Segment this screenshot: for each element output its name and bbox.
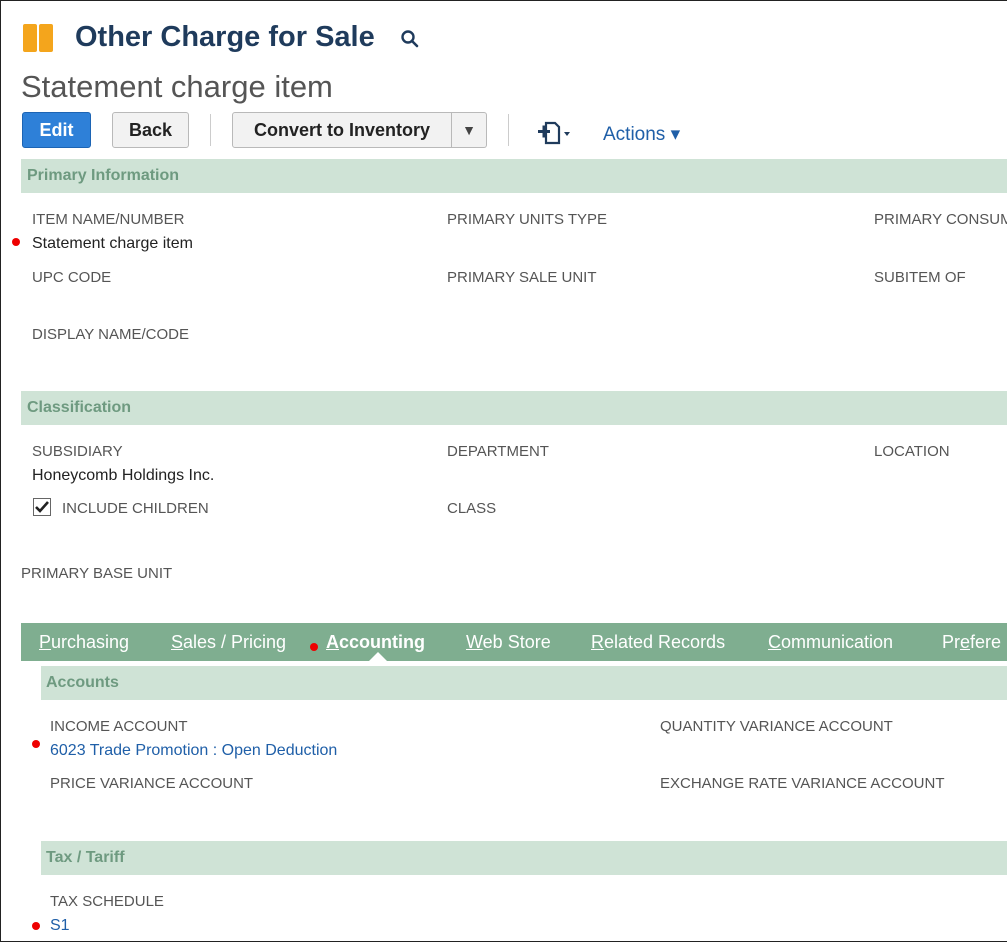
back-button[interactable]: Back	[112, 112, 189, 148]
tab-sales-pricing[interactable]: Sales / Pricing	[171, 623, 286, 661]
include-children-label: INCLUDE CHILDREN	[62, 500, 209, 517]
required-indicator	[32, 922, 40, 930]
record-type-title: Other Charge for Sale	[75, 21, 375, 53]
section-classification[interactable]: Classification	[21, 391, 1007, 425]
edit-button[interactable]: Edit	[22, 112, 91, 148]
gift-box-icon	[23, 24, 55, 52]
tax-schedule-link[interactable]: S1	[50, 917, 70, 935]
record-title: Statement charge item	[21, 69, 333, 104]
tab-preferences[interactable]: Prefere	[942, 623, 1001, 661]
price-variance-account-label: PRICE VARIANCE ACCOUNT	[50, 775, 254, 792]
primary-base-unit-label: PRIMARY BASE UNIT	[21, 565, 173, 582]
include-children-checkbox[interactable]	[33, 498, 51, 516]
quantity-variance-account-label: QUANTITY VARIANCE ACCOUNT	[660, 718, 893, 735]
exchange-rate-variance-account-label: EXCHANGE RATE VARIANCE ACCOUNT	[660, 775, 945, 792]
actions-menu[interactable]: Actions ▾	[603, 123, 680, 146]
primary-units-type-label: PRIMARY UNITS TYPE	[447, 211, 608, 228]
class-label: CLASS	[447, 500, 497, 517]
search-icon[interactable]	[400, 29, 420, 49]
tab-purchasing[interactable]: Purchasing	[39, 623, 129, 661]
income-account-link[interactable]: 6023 Trade Promotion : Open Deduction	[50, 742, 337, 760]
convert-dropdown-button[interactable]: ▼	[452, 112, 487, 148]
convert-to-inventory-button[interactable]: Convert to Inventory	[232, 112, 452, 148]
subsidiary-label: SUBSIDIARY	[32, 443, 123, 460]
location-label: LOCATION	[874, 443, 950, 460]
subitem-of-label: SUBITEM OF	[874, 269, 966, 286]
item-name-value: Statement charge item	[32, 235, 193, 252]
required-indicator	[32, 740, 40, 748]
toolbar-divider	[210, 114, 211, 146]
toolbar-divider	[508, 114, 509, 146]
primary-sale-unit-label: PRIMARY SALE UNIT	[447, 269, 597, 286]
section-accounts[interactable]: Accounts	[41, 666, 1007, 700]
active-tab-pointer	[369, 652, 387, 661]
required-indicator	[12, 238, 20, 246]
income-account-label: INCOME ACCOUNT	[50, 718, 188, 735]
upc-code-label: UPC CODE	[32, 269, 112, 286]
section-tax-tariff[interactable]: Tax / Tariff	[41, 841, 1007, 875]
tab-communication[interactable]: Communication	[768, 623, 893, 661]
item-name-label: ITEM NAME/NUMBER	[32, 211, 185, 228]
new-document-menu-icon[interactable]	[537, 121, 573, 147]
primary-consumption-unit-label: PRIMARY CONSUM	[874, 211, 1007, 228]
tab-related-records[interactable]: Related Records	[591, 623, 725, 661]
checkmark-icon	[35, 501, 49, 513]
tax-schedule-label: TAX SCHEDULE	[50, 893, 164, 910]
department-label: DEPARTMENT	[447, 443, 549, 460]
subsidiary-value: Honeycomb Holdings Inc.	[32, 467, 215, 484]
required-indicator	[310, 643, 318, 651]
tab-web-store[interactable]: Web Store	[466, 623, 551, 661]
display-name-label: DISPLAY NAME/CODE	[32, 326, 189, 343]
record-page: Other Charge for Sale Statement charge i…	[0, 0, 1007, 942]
section-primary-information[interactable]: Primary Information	[21, 159, 1007, 193]
